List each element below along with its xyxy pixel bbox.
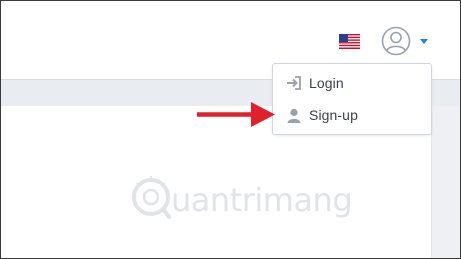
login-icon — [285, 74, 303, 92]
us-flag-icon[interactable] — [339, 34, 360, 49]
menu-item-label: Sign-up — [309, 107, 358, 123]
right-gutter — [432, 106, 460, 258]
red-arrow-annotation — [197, 102, 275, 127]
chevron-down-icon[interactable] — [420, 39, 428, 44]
account-dropdown-menu: Login Sign-up — [272, 63, 432, 135]
user-icon — [285, 106, 303, 124]
watermark: uantrimang — [129, 173, 353, 223]
watermark-text: uantrimang — [171, 181, 353, 219]
user-circle-icon[interactable] — [381, 26, 411, 56]
quantrimang-logo — [132, 176, 171, 219]
menu-item-signup[interactable]: Sign-up — [273, 100, 431, 130]
menu-item-label: Login — [309, 75, 344, 91]
app-window: uantrimang Login Sign-up — [0, 0, 461, 259]
menu-item-login[interactable]: Login — [273, 68, 431, 98]
